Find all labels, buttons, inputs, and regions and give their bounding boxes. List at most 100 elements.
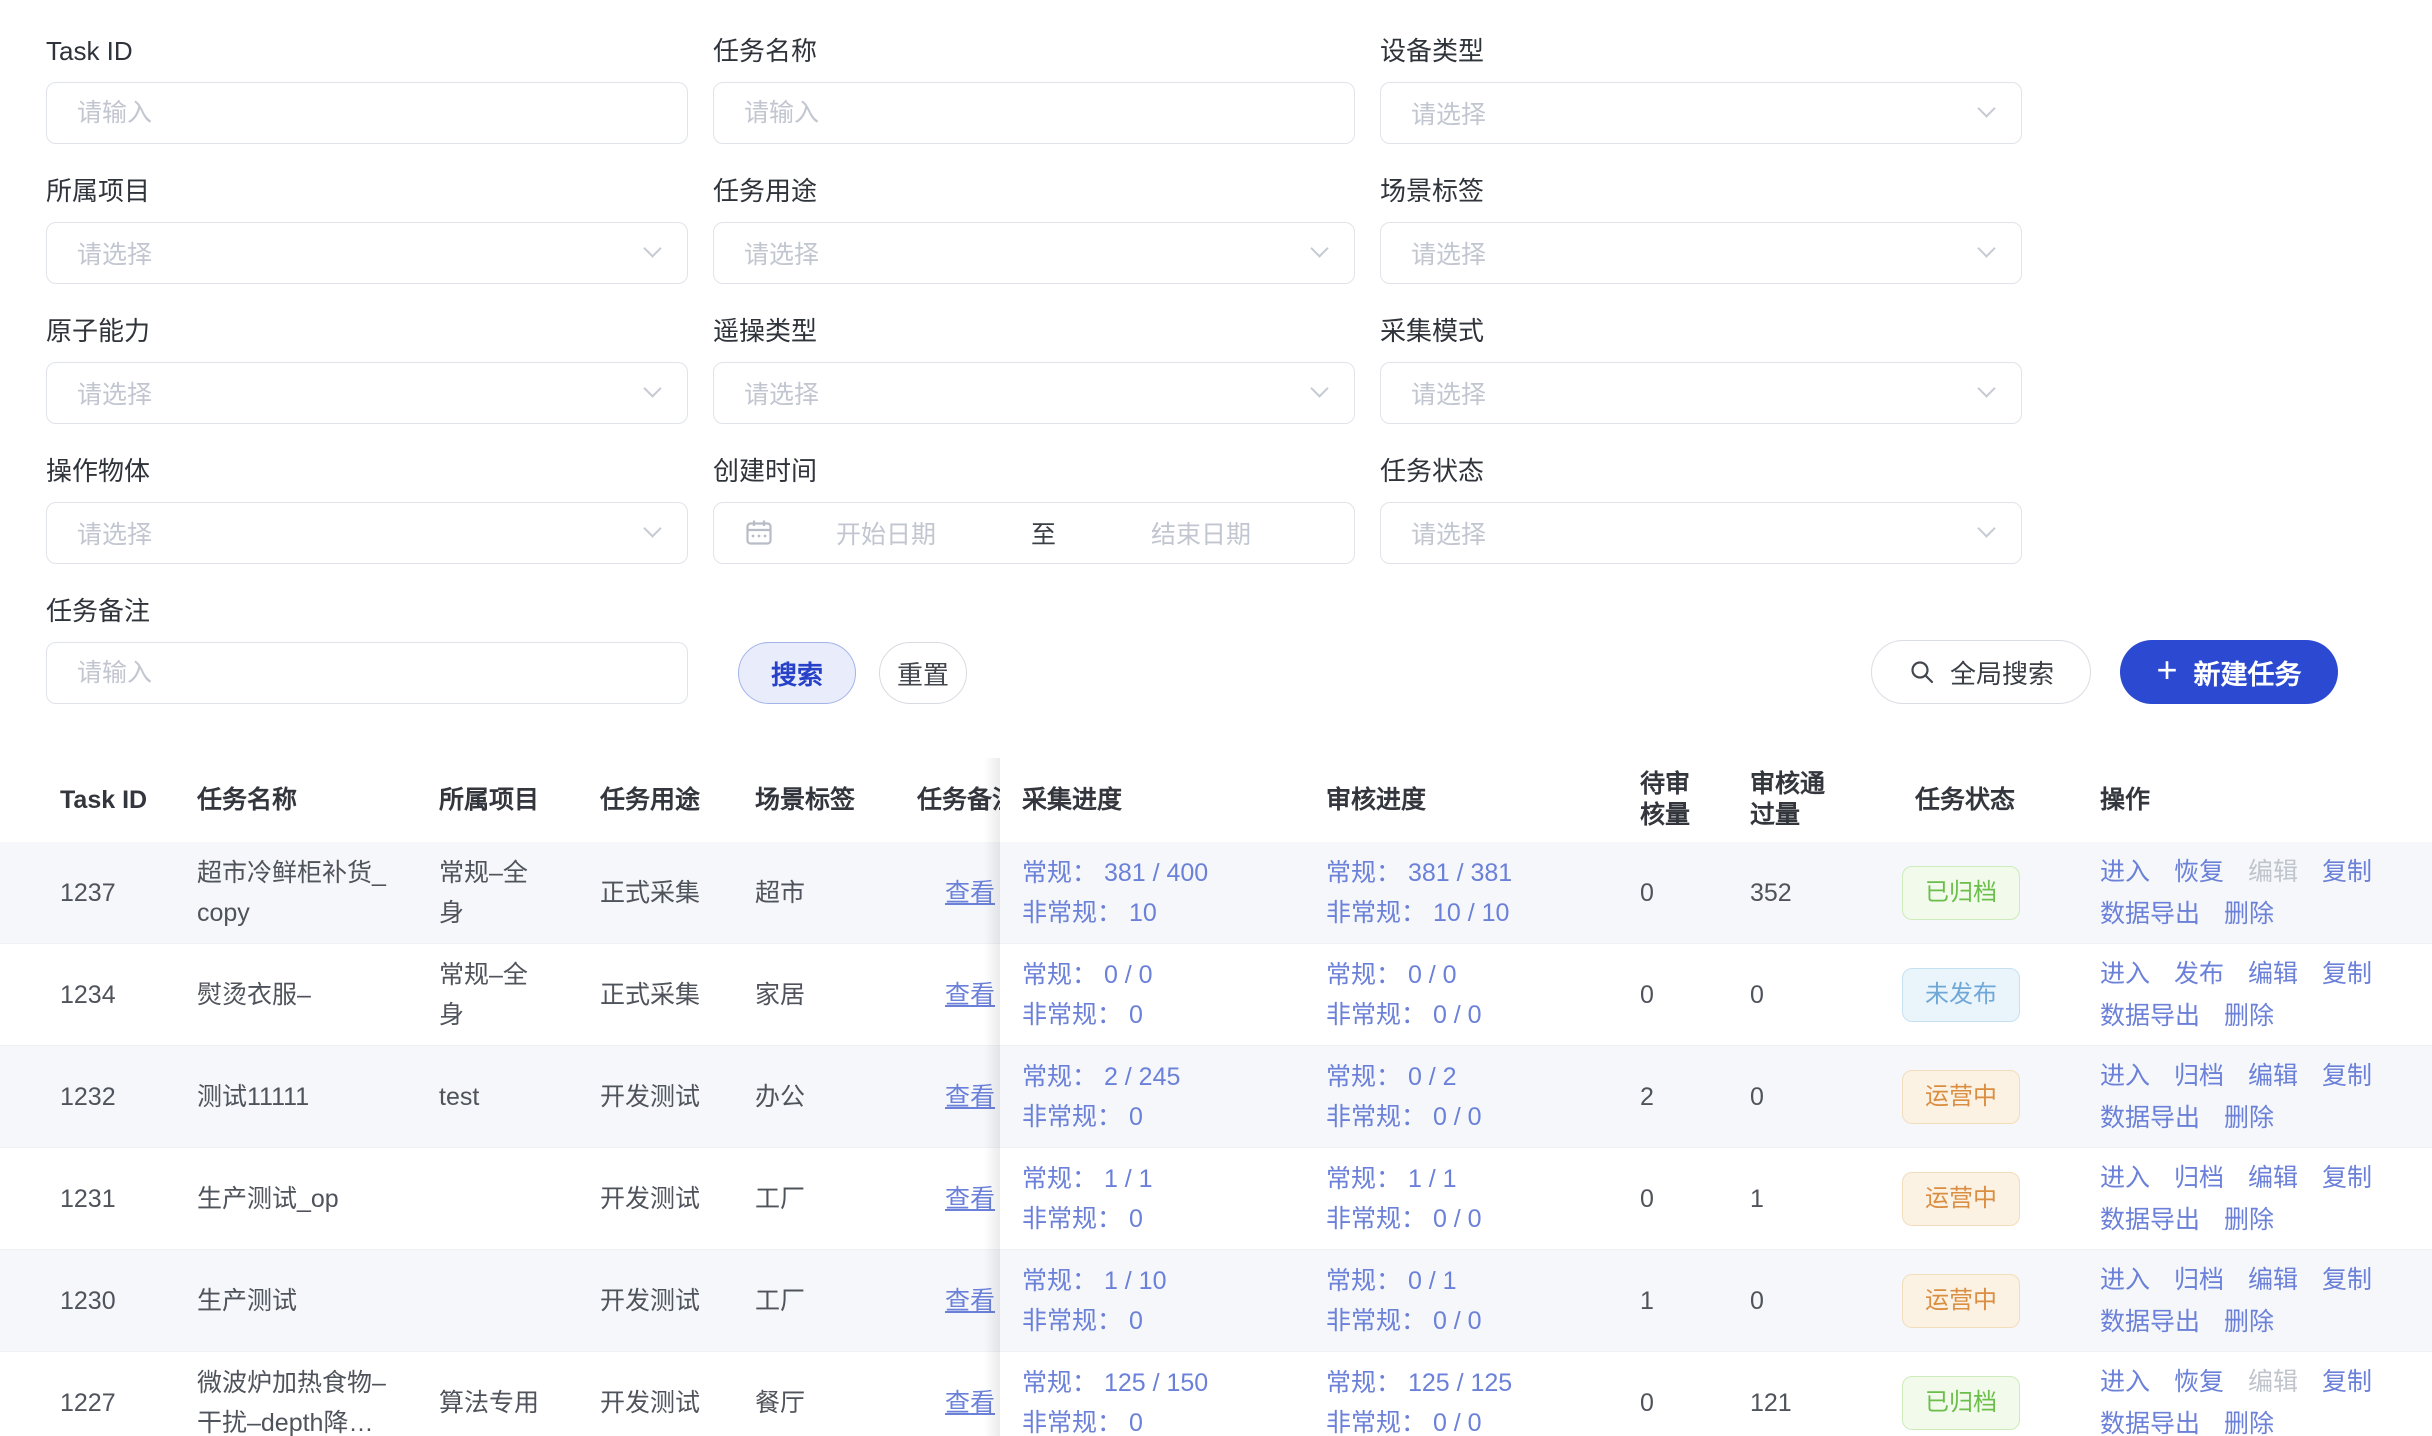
cell-collect-progress: 常规： 1 / 10 非常规： 0 bbox=[1022, 1250, 1322, 1351]
chevron-down-icon bbox=[1977, 239, 1995, 257]
cell-status: 运营中 bbox=[1902, 1046, 2092, 1147]
collect-mode-select[interactable]: 请选择 bbox=[1380, 362, 2022, 424]
plus-icon: + bbox=[2156, 652, 2177, 688]
action-copy-link[interactable]: 复制 bbox=[2322, 1361, 2372, 1403]
atomic-ability-select[interactable]: 请选择 bbox=[46, 362, 688, 424]
cell-pending-count: 0 bbox=[1640, 1148, 1720, 1249]
action-delete-link[interactable]: 删除 bbox=[2224, 995, 2274, 1037]
task-id-input[interactable] bbox=[46, 82, 688, 144]
action-enter-link[interactable]: 进入 bbox=[2100, 1157, 2150, 1199]
end-date-placeholder: 结束日期 bbox=[1151, 515, 1251, 551]
task-name-label: 任务名称 bbox=[713, 36, 1355, 66]
operate-object-select[interactable]: 请选择 bbox=[46, 502, 688, 564]
task-remark-input[interactable] bbox=[46, 642, 688, 704]
action-copy-link[interactable]: 复制 bbox=[2322, 1157, 2372, 1199]
action-export-link[interactable]: 数据导出 bbox=[2100, 1097, 2200, 1139]
action-second-link[interactable]: 发布 bbox=[2174, 953, 2224, 995]
action-enter-link[interactable]: 进入 bbox=[2100, 1361, 2150, 1403]
cell-purpose: 开发测试 bbox=[600, 1250, 730, 1351]
cell-task-id: 1234 bbox=[60, 944, 180, 1045]
task-status-select[interactable]: 请选择 bbox=[1380, 502, 2022, 564]
action-copy-link[interactable]: 复制 bbox=[2322, 1259, 2372, 1301]
cell-scene: 家居 bbox=[755, 944, 885, 1045]
action-delete-link[interactable]: 删除 bbox=[2224, 893, 2274, 935]
cell-purpose: 开发测试 bbox=[600, 1148, 730, 1249]
cell-approved-count: 352 bbox=[1750, 842, 1850, 943]
task-purpose-select[interactable]: 请选择 bbox=[713, 222, 1355, 284]
action-edit-link[interactable]: 编辑 bbox=[2248, 953, 2298, 995]
col-header-approved: 审核通过量 bbox=[1750, 758, 1834, 842]
chevron-down-icon bbox=[1977, 99, 1995, 117]
col-header-ops: 操作 bbox=[2100, 758, 2220, 842]
action-export-link[interactable]: 数据导出 bbox=[2100, 995, 2200, 1037]
chevron-down-icon bbox=[1977, 379, 1995, 397]
action-export-link[interactable]: 数据导出 bbox=[2100, 1199, 2200, 1241]
action-delete-link[interactable]: 删除 bbox=[2224, 1199, 2274, 1241]
project-select[interactable]: 请选择 bbox=[46, 222, 688, 284]
cell-actions: 进入 发布 编辑 复制 数据导出 删除 bbox=[2100, 944, 2430, 1045]
action-copy-link[interactable]: 复制 bbox=[2322, 1055, 2372, 1097]
search-button[interactable]: 搜索 bbox=[738, 642, 856, 704]
chevron-down-icon bbox=[643, 519, 661, 537]
reset-button[interactable]: 重置 bbox=[879, 642, 967, 704]
table-row: 1237 超市冷鲜柜补货_copy 常规–全身 正式采集 超市 查看 常规： 3… bbox=[0, 842, 2432, 944]
action-copy-link[interactable]: 复制 bbox=[2322, 851, 2372, 893]
action-second-link[interactable]: 恢复 bbox=[2174, 1361, 2224, 1403]
action-edit-link[interactable]: 编辑 bbox=[2248, 1361, 2298, 1403]
cell-task-name: 生产测试 bbox=[197, 1250, 389, 1351]
cell-review-progress: 常规： 0 / 1 非常规： 0 / 0 bbox=[1326, 1250, 1616, 1351]
action-second-link[interactable]: 恢复 bbox=[2174, 851, 2224, 893]
action-edit-link[interactable]: 编辑 bbox=[2248, 1259, 2298, 1301]
cell-status: 已归档 bbox=[1902, 1352, 2092, 1436]
action-edit-link[interactable]: 编辑 bbox=[2248, 1055, 2298, 1097]
task-status-label: 任务状态 bbox=[1380, 456, 2022, 486]
task-management-page: Task ID 任务名称 设备类型 请选择 所属项目 请选择 bbox=[0, 0, 2432, 1436]
calendar-icon bbox=[744, 518, 774, 548]
cell-collect-progress: 常规： 0 / 0 非常规： 0 bbox=[1022, 944, 1322, 1045]
cell-pending-count: 2 bbox=[1640, 1046, 1720, 1147]
action-export-link[interactable]: 数据导出 bbox=[2100, 893, 2200, 935]
action-delete-link[interactable]: 删除 bbox=[2224, 1097, 2274, 1139]
action-copy-link[interactable]: 复制 bbox=[2322, 953, 2372, 995]
action-second-link[interactable]: 归档 bbox=[2174, 1055, 2224, 1097]
cell-actions: 进入 归档 编辑 复制 数据导出 删除 bbox=[2100, 1250, 2430, 1351]
search-icon bbox=[1908, 658, 1936, 686]
action-export-link[interactable]: 数据导出 bbox=[2100, 1301, 2200, 1343]
action-enter-link[interactable]: 进入 bbox=[2100, 953, 2150, 995]
action-delete-link[interactable]: 删除 bbox=[2224, 1301, 2274, 1343]
table-header: Task ID 任务名称 所属项目 任务用途 场景标签 任务备注 采集进度 审核… bbox=[0, 758, 2432, 842]
new-task-button[interactable]: + 新建任务 bbox=[2120, 640, 2338, 704]
create-time-range-picker[interactable]: 开始日期 至 结束日期 bbox=[713, 502, 1355, 564]
cell-scene: 工厂 bbox=[755, 1148, 885, 1249]
action-enter-link[interactable]: 进入 bbox=[2100, 1259, 2150, 1301]
action-export-link[interactable]: 数据导出 bbox=[2100, 1403, 2200, 1436]
action-second-link[interactable]: 归档 bbox=[2174, 1259, 2224, 1301]
device-type-select[interactable]: 请选择 bbox=[1380, 82, 2022, 144]
cell-task-name: 测试11111 bbox=[197, 1046, 389, 1147]
action-second-link[interactable]: 归档 bbox=[2174, 1157, 2224, 1199]
status-badge: 运营中 bbox=[1902, 1070, 2020, 1124]
action-enter-link[interactable]: 进入 bbox=[2100, 1055, 2150, 1097]
cell-task-name: 超市冷鲜柜补货_copy bbox=[197, 842, 389, 943]
action-edit-link[interactable]: 编辑 bbox=[2248, 1157, 2298, 1199]
task-name-input[interactable] bbox=[713, 82, 1355, 144]
scene-tag-select[interactable]: 请选择 bbox=[1380, 222, 2022, 284]
cell-review-progress: 常规： 1 / 1 非常规： 0 / 0 bbox=[1326, 1148, 1616, 1249]
chevron-down-icon bbox=[1310, 239, 1328, 257]
cell-actions: 进入 归档 编辑 复制 数据导出 删除 bbox=[2100, 1148, 2430, 1249]
chevron-down-icon bbox=[1977, 519, 1995, 537]
col-header-scene: 场景标签 bbox=[755, 758, 885, 842]
cell-status: 运营中 bbox=[1902, 1148, 2092, 1249]
teleop-type-label: 遥操类型 bbox=[713, 316, 1355, 346]
fixed-column-shadow bbox=[984, 758, 1000, 1436]
action-edit-link[interactable]: 编辑 bbox=[2248, 851, 2298, 893]
action-enter-link[interactable]: 进入 bbox=[2100, 851, 2150, 893]
action-delete-link[interactable]: 删除 bbox=[2224, 1403, 2274, 1436]
teleop-type-select[interactable]: 请选择 bbox=[713, 362, 1355, 424]
global-search-button[interactable]: 全局搜索 bbox=[1871, 640, 2091, 704]
cell-status: 未发布 bbox=[1902, 944, 2092, 1045]
cell-task-id: 1231 bbox=[60, 1148, 180, 1249]
cell-task-id: 1227 bbox=[60, 1352, 180, 1436]
cell-purpose: 正式采集 bbox=[600, 944, 730, 1045]
cell-project bbox=[439, 1148, 547, 1249]
